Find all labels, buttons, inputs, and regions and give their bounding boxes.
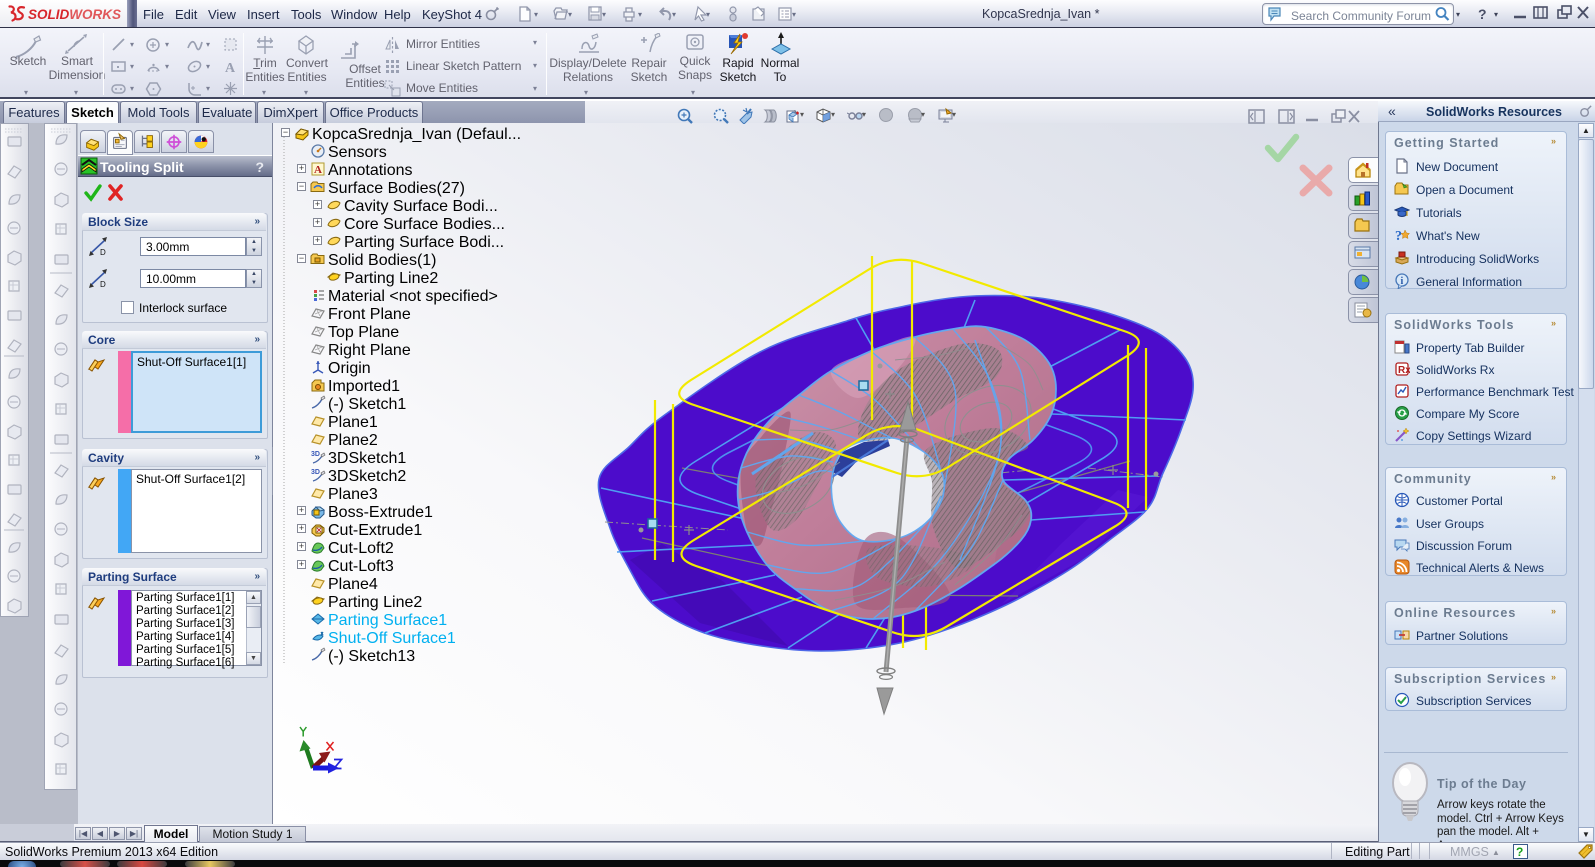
- svg-text:D: D: [100, 248, 106, 257]
- svg-text:3D: 3D: [311, 469, 320, 476]
- svg-text:A: A: [314, 164, 322, 176]
- svg-text:SOLIDWORKS: SOLIDWORKS: [28, 7, 121, 22]
- svg-text:i: i: [1401, 276, 1404, 287]
- svg-text:3D: 3D: [311, 451, 320, 458]
- svg-text:A: A: [225, 61, 236, 75]
- svg-text:?: ?: [1395, 229, 1402, 243]
- svg-text:D: D: [100, 280, 106, 289]
- svg-text:Rx: Rx: [1398, 365, 1410, 376]
